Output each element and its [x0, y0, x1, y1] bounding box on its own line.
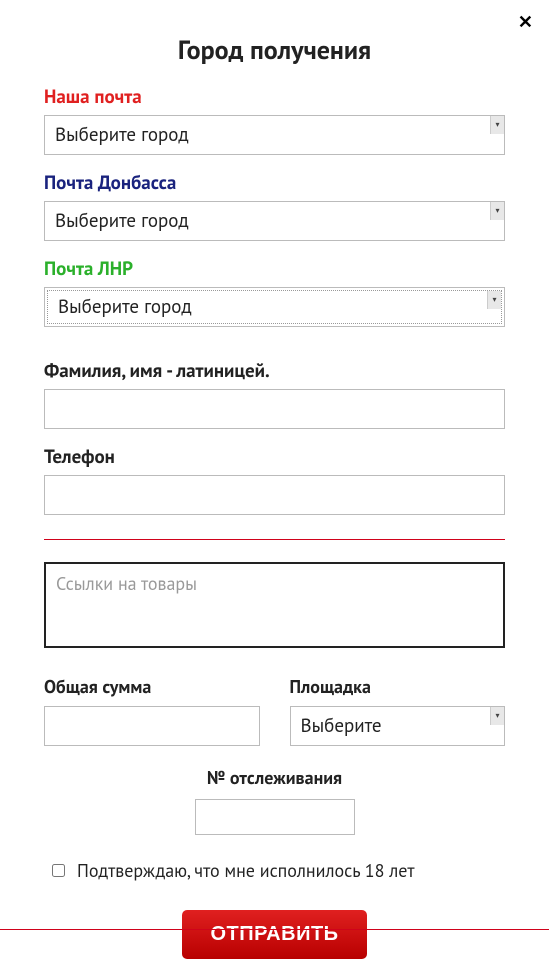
phone-label: Телефон: [44, 445, 505, 469]
chevron-down-icon: ▾: [490, 202, 504, 220]
fullname-label: Фамилия, имя - латиницей.: [44, 359, 505, 383]
platform-label: Площадка: [290, 675, 506, 698]
age-confirm-checkbox[interactable]: [52, 864, 65, 877]
age-confirm-label: Подтверждаю, что мне исполнилось 18 лет: [77, 859, 415, 882]
submit-button[interactable]: ОТПРАВИТЬ: [182, 910, 366, 959]
tracking-label: № отслеживания: [44, 766, 505, 789]
chevron-down-icon: ▾: [490, 707, 504, 725]
tracking-input[interactable]: [195, 799, 355, 835]
chevron-down-icon: ▾: [490, 116, 504, 134]
total-label: Общая сумма: [44, 675, 260, 698]
form-container: Город получения Наша почта Выберите горо…: [0, 0, 549, 979]
fullname-input[interactable]: [44, 389, 505, 429]
nasha-pochta-select[interactable]: Выберите город ▾: [44, 115, 505, 155]
total-input[interactable]: [44, 706, 260, 746]
platform-selected: Выберите: [291, 714, 491, 738]
nasha-pochta-label: Наша почта: [44, 85, 505, 109]
platform-select[interactable]: Выберите ▾: [290, 706, 506, 746]
pochta-donbassa-selected: Выберите город: [45, 209, 490, 233]
pochta-donbassa-label: Почта Донбасса: [44, 171, 505, 195]
page-title: Город получения: [44, 34, 505, 67]
pochta-lnr-select[interactable]: Выберите город ▾: [44, 287, 505, 327]
pochta-lnr-selected: Выберите город: [48, 295, 487, 319]
phone-input[interactable]: [44, 475, 505, 515]
pochta-lnr-label: Почта ЛНР: [44, 257, 505, 281]
nasha-pochta-selected: Выберите город: [45, 123, 490, 147]
divider: [44, 539, 505, 540]
links-textarea[interactable]: [44, 562, 505, 648]
chevron-down-icon: ▾: [487, 291, 501, 309]
pochta-donbassa-select[interactable]: Выберите город ▾: [44, 201, 505, 241]
close-icon[interactable]: ✕: [518, 10, 533, 33]
